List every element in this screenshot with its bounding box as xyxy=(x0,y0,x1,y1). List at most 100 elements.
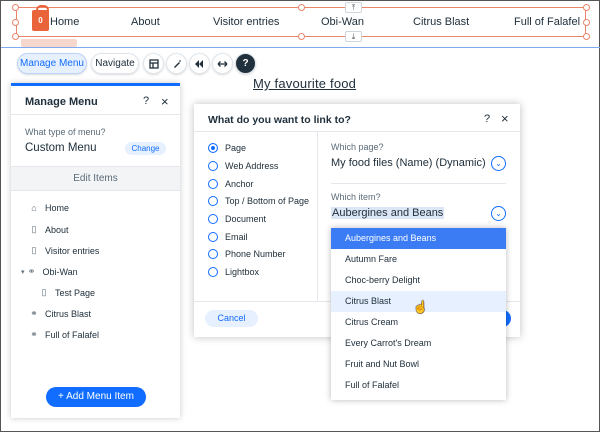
site-menu-item-visitor-entries[interactable]: Visitor entries xyxy=(213,16,279,28)
component-tag xyxy=(21,39,77,47)
dropdown-option[interactable]: Aubergines and Beans xyxy=(331,228,506,249)
chevron-down-icon[interactable]: ⌄ xyxy=(491,156,506,171)
cart-count: 0 xyxy=(38,16,43,25)
radio-label: Lightbox xyxy=(225,267,260,277)
site-menu-item-about[interactable]: About xyxy=(131,16,160,28)
radio-icon[interactable] xyxy=(208,196,218,206)
radio-selected-icon[interactable] xyxy=(208,143,218,153)
radio-icon[interactable] xyxy=(208,249,218,259)
menu-item-about[interactable]: ▯ About xyxy=(29,224,69,235)
cancel-button[interactable]: Cancel xyxy=(205,310,258,327)
dock-top-icon[interactable]: ⤒ xyxy=(345,2,362,13)
menu-item-visitor-entries[interactable]: ▯ Visitor entries xyxy=(29,245,100,256)
edit-items-header: Edit Items xyxy=(11,166,180,191)
page-select[interactable]: My food files (Name) (Dynamic) xyxy=(331,157,486,169)
radio-icon[interactable] xyxy=(208,214,218,224)
manage-menu-panel: Manage Menu ? × What type of menu? Custo… xyxy=(11,83,180,418)
stretch-icon[interactable] xyxy=(212,53,233,74)
panel-title: Manage Menu xyxy=(25,96,98,108)
page-heading: My favourite food xyxy=(253,76,357,91)
link-icon: ⚭ xyxy=(30,308,38,318)
help-icon[interactable]: ? xyxy=(143,95,149,107)
divider xyxy=(11,114,180,115)
hand-cursor-icon: ☝ xyxy=(413,300,428,314)
radio-label: Anchor xyxy=(225,179,254,189)
menu-item-label: About xyxy=(45,224,69,235)
chevron-down-icon[interactable]: ⌄ xyxy=(491,206,506,221)
dropdown-option[interactable]: Full of Falafel xyxy=(331,375,506,396)
radio-label: Email xyxy=(225,232,248,242)
add-menu-item-button[interactable]: + Add Menu Item xyxy=(46,387,146,407)
dropdown-option[interactable]: Autumn Fare xyxy=(331,249,506,270)
close-icon[interactable]: × xyxy=(161,94,169,109)
divider xyxy=(194,131,520,132)
animation-icon[interactable] xyxy=(189,53,210,74)
site-menu-item-citrus-blast[interactable]: Citrus Blast xyxy=(413,16,469,28)
link-type-document[interactable]: Document xyxy=(208,214,266,224)
home-icon: ⌂ xyxy=(31,203,37,213)
change-menu-button[interactable]: Change xyxy=(125,142,166,155)
expand-caret-icon[interactable]: ▾ xyxy=(21,268,25,276)
divider xyxy=(317,132,318,301)
close-icon[interactable]: × xyxy=(501,111,509,126)
dropdown-option[interactable]: Choc-berry Delight xyxy=(331,270,506,291)
help-icon[interactable]: ? xyxy=(235,53,256,74)
radio-label: Document xyxy=(225,214,267,224)
radio-icon[interactable] xyxy=(208,232,218,242)
radio-icon[interactable] xyxy=(208,267,218,277)
menu-item-label: Citrus Blast xyxy=(45,308,92,319)
link-type-anchor[interactable]: Anchor xyxy=(208,179,254,189)
site-menu-item-full-of-falafel[interactable]: Full of Falafel xyxy=(514,16,580,28)
radio-label: Page xyxy=(225,143,247,153)
resize-handle-bottom[interactable] xyxy=(298,33,305,40)
layout-icon[interactable] xyxy=(143,53,164,74)
link-type-page[interactable]: Page xyxy=(208,143,246,153)
page-icon: ▯ xyxy=(31,224,37,234)
divider xyxy=(331,183,506,184)
menu-item-test-page[interactable]: ▯ Test Page xyxy=(39,287,96,298)
dialog-title: What do you want to link to? xyxy=(208,114,351,126)
link-icon: ⚭ xyxy=(30,329,38,339)
resize-handle-tr[interactable] xyxy=(583,4,590,11)
resize-handle-tl[interactable] xyxy=(12,4,19,11)
resize-handle-br[interactable] xyxy=(583,33,590,40)
which-item-label: Which item? xyxy=(331,192,381,202)
menu-item-label: Full of Falafel xyxy=(45,329,100,340)
menu-type-value: Custom Menu xyxy=(25,142,97,154)
dropdown-option[interactable]: Fruit and Nut Bowl xyxy=(331,354,506,375)
which-page-label: Which page? xyxy=(331,142,384,152)
menu-item-home[interactable]: ⌂ Home xyxy=(29,203,69,213)
pen-icon[interactable] xyxy=(166,53,187,74)
link-type-lightbox[interactable]: Lightbox xyxy=(208,267,259,277)
navigate-button[interactable]: Navigate xyxy=(91,53,139,74)
link-type-email[interactable]: Email xyxy=(208,232,248,242)
item-dropdown-list: Aubergines and Beans Autumn Fare Choc-be… xyxy=(331,228,506,400)
menu-type-question: What type of menu? xyxy=(25,127,106,137)
resize-handle-bl[interactable] xyxy=(12,33,19,40)
page-icon: ▯ xyxy=(41,287,47,297)
resize-handle-top[interactable] xyxy=(298,4,305,11)
link-type-web-address[interactable]: Web Address xyxy=(208,161,278,171)
cart-icon[interactable]: 0 xyxy=(32,5,49,31)
radio-label: Web Address xyxy=(225,161,279,171)
site-menu-item-obi-wan[interactable]: Obi-Wan xyxy=(321,16,364,28)
item-select[interactable]: Aubergines and Beans xyxy=(331,207,445,219)
menu-item-obi-wan[interactable]: ▾ ⚭ Obi-Wan xyxy=(21,266,78,277)
site-menu-item-home[interactable]: Home xyxy=(50,16,79,28)
menu-item-label: Home xyxy=(45,203,70,213)
radio-label: Top / Bottom of Page xyxy=(225,196,310,206)
page-icon: ▯ xyxy=(31,245,37,255)
dock-bottom-icon[interactable]: ⤓ xyxy=(345,31,362,42)
menu-item-full-of-falafel[interactable]: ⚭ Full of Falafel xyxy=(29,329,99,340)
link-type-top-bottom[interactable]: Top / Bottom of Page xyxy=(208,196,309,206)
resize-handle-right[interactable] xyxy=(583,19,590,26)
manage-menu-button[interactable]: Manage Menu xyxy=(17,53,87,74)
resize-handle-left[interactable] xyxy=(12,19,19,26)
radio-icon[interactable] xyxy=(208,161,218,171)
radio-icon[interactable] xyxy=(208,179,218,189)
dropdown-option[interactable]: Every Carrot's Dream xyxy=(331,333,506,354)
dropdown-option[interactable]: Citrus Cream xyxy=(331,312,506,333)
help-icon[interactable]: ? xyxy=(484,113,490,125)
menu-item-citrus-blast[interactable]: ⚭ Citrus Blast xyxy=(29,308,91,319)
link-type-phone[interactable]: Phone Number xyxy=(208,249,286,259)
